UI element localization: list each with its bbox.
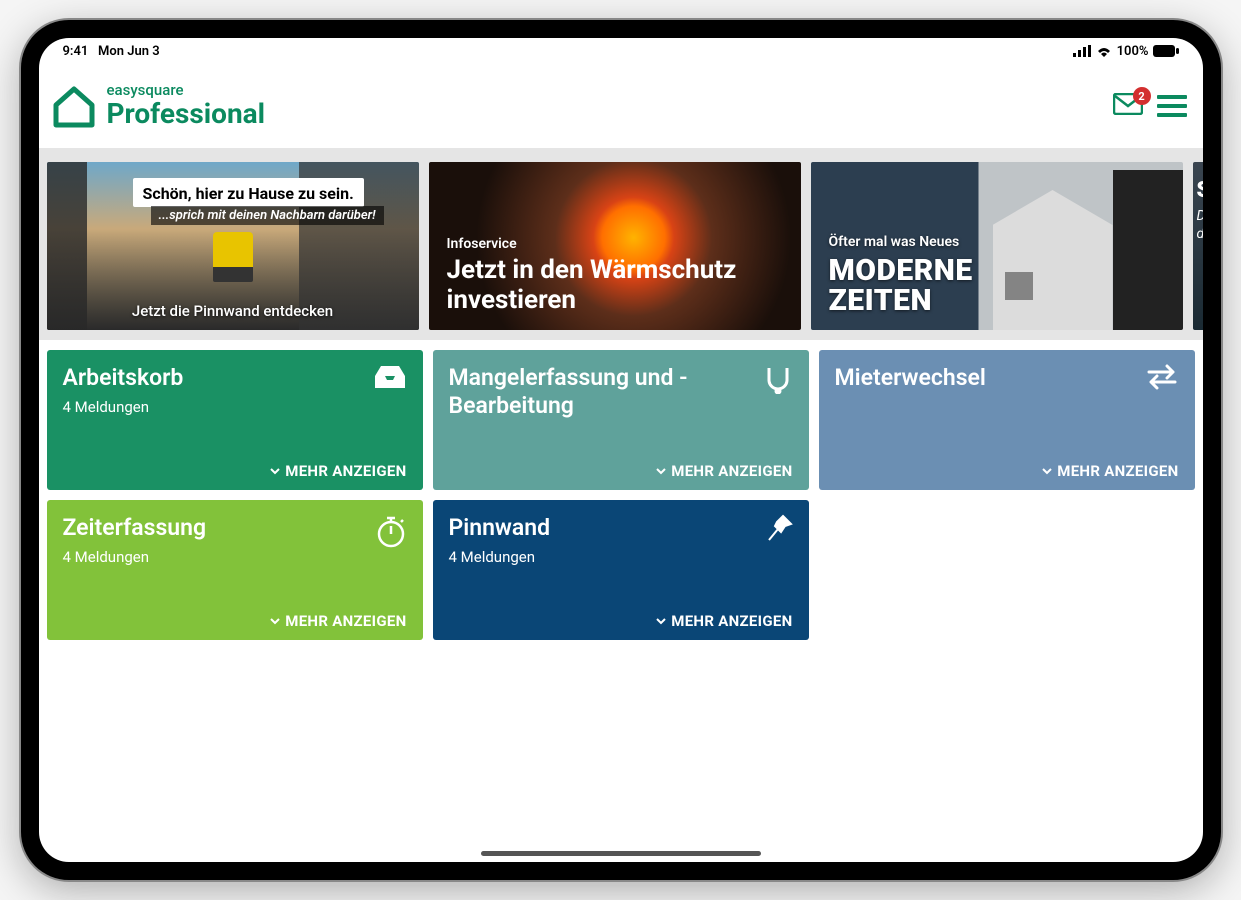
- app-header: easysquare Professional 2: [39, 64, 1203, 152]
- banner-carousel[interactable]: Schön, hier zu Hause zu sein. ...sprich …: [39, 152, 1203, 340]
- banner-category: Öfter mal was Neues: [829, 234, 973, 250]
- status-bar: 9:41 Mon Jun 3 100%: [39, 38, 1203, 64]
- status-date: Mon Jun 3: [98, 44, 160, 59]
- chevron-down-icon: [655, 615, 667, 627]
- tablet-frame: 9:41 Mon Jun 3 100% easysquare Professio…: [21, 20, 1221, 880]
- chevron-down-icon: [269, 615, 281, 627]
- tile-grid: Arbeitskorb 4 Meldungen MEHR ANZEIGEN Ma…: [39, 340, 1203, 650]
- tile-subtitle: 4 Meldungen: [449, 548, 793, 566]
- tile-subtitle: 4 Meldungen: [63, 398, 407, 416]
- pin-icon: [765, 514, 793, 548]
- tile-more[interactable]: MEHR ANZEIGEN: [63, 612, 407, 630]
- status-left: 9:41 Mon Jun 3: [63, 44, 160, 59]
- chevron-down-icon: [1041, 465, 1053, 477]
- logo-bottom: Professional: [107, 99, 266, 128]
- tile-zeiterfassung[interactable]: Zeiterfassung 4 Meldungen MEHR ANZEIGEN: [47, 500, 423, 640]
- banner-moderne-zeiten[interactable]: Öfter mal was Neues MODERNE ZEITEN: [811, 162, 1183, 330]
- tile-title: Mangelerfassung und -Bearbeitung: [449, 364, 793, 419]
- status-time: 9:41: [63, 44, 89, 59]
- banner-peek[interactable]: S Di di: [1193, 162, 1203, 330]
- cellular-icon: [1073, 45, 1091, 57]
- banner-headline: MODERNE ZEITEN: [829, 256, 973, 316]
- tile-pinnwand[interactable]: Pinnwand 4 Meldungen MEHR ANZEIGEN: [433, 500, 809, 640]
- mail-badge: 2: [1133, 87, 1151, 105]
- header-actions: 2: [1113, 90, 1187, 122]
- banner-peek-sub1: Di: [1197, 208, 1203, 224]
- banner-category: Infoservice: [447, 236, 801, 252]
- wifi-icon: [1095, 45, 1113, 57]
- tile-title: Arbeitskorb: [63, 364, 407, 392]
- banner-caption: Jetzt die Pinnwand entdecken: [47, 302, 419, 320]
- tile-more[interactable]: MEHR ANZEIGEN: [63, 462, 407, 480]
- banner-pinnwand[interactable]: Schön, hier zu Hause zu sein. ...sprich …: [47, 162, 419, 330]
- banner-peek-sub2: di: [1197, 226, 1203, 242]
- tile-title: Mieterwechsel: [835, 364, 1179, 392]
- banner-headline: Jetzt in den Wärmschutz investieren: [447, 256, 801, 316]
- tile-more[interactable]: MEHR ANZEIGEN: [449, 612, 793, 630]
- home-indicator[interactable]: [481, 851, 761, 856]
- tile-subtitle: 4 Meldungen: [63, 548, 407, 566]
- status-right: 100%: [1073, 44, 1179, 59]
- tile-title: Zeiterfassung: [63, 514, 407, 542]
- tile-mangelerfassung[interactable]: Mangelerfassung und -Bearbeitung MEHR AN…: [433, 350, 809, 490]
- banner-peek-title: S: [1197, 178, 1203, 203]
- banner-speech-sub: ...sprich mit deinen Nachbarn darüber!: [151, 206, 384, 225]
- stopwatch-icon: [375, 514, 407, 552]
- logo-text: easysquare Professional: [107, 83, 266, 128]
- banner-infoservice[interactable]: Infoservice Jetzt in den Wärmschutz inve…: [429, 162, 801, 330]
- banner-speech: Schön, hier zu Hause zu sein.: [133, 178, 364, 207]
- tile-arbeitskorb[interactable]: Arbeitskorb 4 Meldungen MEHR ANZEIGEN: [47, 350, 423, 490]
- inbox-icon: [373, 364, 407, 394]
- mail-button[interactable]: 2: [1113, 93, 1143, 119]
- tile-title: Pinnwand: [449, 514, 793, 542]
- battery-percent: 100%: [1117, 44, 1149, 59]
- battery-icon: [1153, 45, 1179, 57]
- menu-button[interactable]: [1157, 90, 1187, 122]
- screen: 9:41 Mon Jun 3 100% easysquare Professio…: [39, 38, 1203, 862]
- house-icon: [51, 83, 97, 129]
- tile-more[interactable]: MEHR ANZEIGEN: [835, 462, 1179, 480]
- tile-more[interactable]: MEHR ANZEIGEN: [449, 462, 793, 480]
- magnet-icon: [763, 364, 793, 398]
- swap-icon: [1145, 364, 1179, 394]
- chevron-down-icon: [269, 465, 281, 477]
- tile-mieterwechsel[interactable]: Mieterwechsel MEHR ANZEIGEN: [819, 350, 1195, 490]
- chevron-down-icon: [655, 465, 667, 477]
- logo[interactable]: easysquare Professional: [51, 83, 266, 129]
